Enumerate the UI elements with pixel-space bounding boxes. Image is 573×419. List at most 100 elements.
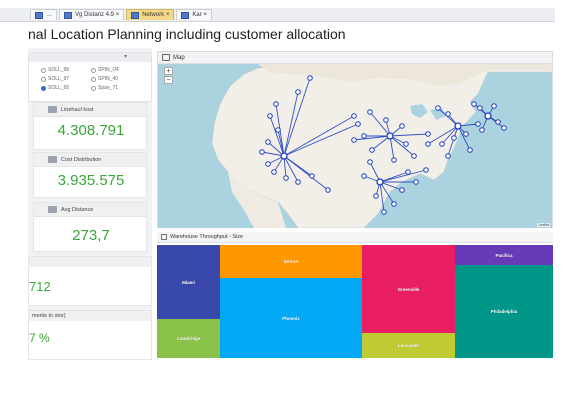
location-marker[interactable] — [491, 103, 497, 109]
location-marker[interactable] — [295, 179, 301, 185]
location-marker[interactable] — [467, 147, 473, 153]
location-marker[interactable] — [259, 149, 265, 155]
filter-header: ▾ — [29, 53, 151, 62]
treemap-cell-1[interactable]: Cambridge — [157, 319, 220, 358]
location-marker[interactable] — [381, 209, 387, 215]
radio-option[interactable]: SPIN_OF — [91, 67, 119, 73]
land-mass — [158, 64, 552, 228]
radio-option[interactable]: SOLL_97 — [41, 76, 69, 82]
window-icon — [64, 11, 72, 19]
location-marker[interactable] — [411, 153, 417, 159]
treemap-panel: Warehouse Throughput - Size Miami Cambri… — [157, 232, 553, 358]
radio-label: SPIN_OF — [98, 67, 120, 73]
tab-1[interactable]: Vg Distanz 4.9 × — [59, 9, 125, 20]
map-attribution[interactable]: Leaflet — [537, 223, 550, 227]
map-canvas[interactable] — [158, 64, 552, 228]
kpi-value: 273,7 — [72, 227, 110, 244]
location-marker[interactable] — [413, 179, 419, 185]
chevron-down-icon[interactable]: ▾ — [124, 53, 127, 60]
location-marker[interactable] — [445, 153, 451, 159]
treemap-cell-6[interactable]: Pacifica — [455, 245, 553, 265]
window-icon — [131, 11, 140, 19]
tab-2[interactable]: Network × — [126, 9, 175, 20]
treemap: Miami Cambridge Detroit Phoenix Greenvil… — [157, 245, 553, 358]
radio-label: SOLL_65 — [48, 85, 70, 91]
location-marker[interactable] — [383, 117, 389, 123]
location-marker[interactable] — [435, 105, 441, 111]
warehouse-marker[interactable] — [484, 112, 492, 120]
tab-bar: … Vg Distanz 4.9 × Network × Kar × — [0, 8, 555, 22]
location-marker[interactable] — [267, 113, 273, 119]
radio-option[interactable]: SOLL_96 — [41, 67, 69, 73]
location-marker[interactable] — [423, 167, 429, 173]
location-marker[interactable] — [355, 121, 361, 127]
location-marker[interactable] — [369, 147, 375, 153]
kpi-partial-percent: ments to stor) 7 % — [28, 310, 152, 360]
tab-3[interactable]: Kar × — [176, 9, 212, 20]
location-marker[interactable] — [391, 157, 397, 163]
location-marker[interactable] — [367, 159, 373, 165]
warehouse-marker[interactable] — [454, 122, 462, 130]
location-marker[interactable] — [265, 161, 271, 167]
window-icon — [35, 11, 43, 19]
treemap-cell-2[interactable]: Detroit — [220, 245, 362, 278]
kpi-value: 712 — [29, 279, 51, 294]
location-marker[interactable] — [501, 125, 507, 131]
treemap-cell-5[interactable]: Lancaster — [362, 333, 455, 358]
location-marker[interactable] — [307, 75, 313, 81]
treemap-cell-3[interactable]: Phoenix — [220, 278, 362, 358]
treemap-cell-0[interactable]: Miami — [157, 245, 220, 319]
map-view[interactable]: + − Leaflet — [158, 64, 552, 228]
location-marker[interactable] — [351, 113, 357, 119]
treemap-title: Warehouse Throughput - Size — [170, 234, 244, 240]
location-marker[interactable] — [399, 123, 405, 129]
location-marker[interactable] — [271, 169, 277, 175]
radio-option[interactable]: Span_71 — [91, 85, 118, 91]
treemap-cell-7[interactable]: Philadelphia — [455, 265, 553, 358]
location-marker[interactable] — [451, 135, 457, 141]
location-marker[interactable] — [403, 141, 409, 147]
location-marker[interactable] — [445, 111, 451, 117]
location-marker[interactable] — [425, 131, 431, 137]
location-marker[interactable] — [405, 169, 411, 175]
location-marker[interactable] — [479, 127, 485, 133]
location-marker[interactable] — [367, 109, 373, 115]
location-marker[interactable] — [275, 127, 281, 133]
kpi-linehaul: Linehaul kost 4.308.791 — [33, 102, 147, 150]
radio-option[interactable]: SPIN_40 — [91, 76, 118, 82]
location-marker[interactable] — [361, 173, 367, 179]
kpi-label: Avg Distance — [61, 206, 94, 213]
location-marker[interactable] — [425, 141, 431, 147]
radio-option[interactable]: SOLL_65 — [41, 85, 69, 91]
warehouse-marker[interactable] — [280, 152, 288, 160]
zoom-in-button[interactable]: + — [164, 67, 173, 75]
tab-0[interactable]: … — [30, 9, 57, 20]
chart-icon — [48, 206, 57, 213]
location-marker[interactable] — [325, 187, 331, 193]
kpi-value: 7 % — [29, 331, 50, 345]
location-marker[interactable] — [361, 133, 367, 139]
location-marker[interactable] — [477, 105, 483, 111]
location-marker[interactable] — [295, 89, 301, 95]
treemap-icon — [161, 234, 167, 240]
location-marker[interactable] — [495, 119, 501, 125]
location-marker[interactable] — [475, 121, 481, 127]
location-marker[interactable] — [439, 141, 445, 147]
tab-2-label: Network × — [142, 12, 170, 18]
location-marker[interactable] — [265, 139, 271, 145]
zoom-out-button[interactable]: − — [164, 76, 173, 84]
treemap-cell-4[interactable]: Greenville — [362, 245, 455, 333]
treemap-header: Warehouse Throughput - Size — [157, 232, 553, 243]
warehouse-marker[interactable] — [376, 178, 384, 186]
location-marker[interactable] — [273, 101, 279, 107]
location-marker[interactable] — [283, 175, 289, 181]
location-marker[interactable] — [471, 101, 477, 107]
location-marker[interactable] — [309, 173, 315, 179]
location-marker[interactable] — [373, 193, 379, 199]
location-marker[interactable] — [391, 201, 397, 207]
warehouse-marker[interactable] — [386, 132, 394, 140]
location-marker[interactable] — [351, 137, 357, 143]
location-marker[interactable] — [399, 187, 405, 193]
location-marker[interactable] — [463, 131, 469, 137]
route-line — [457, 125, 471, 151]
